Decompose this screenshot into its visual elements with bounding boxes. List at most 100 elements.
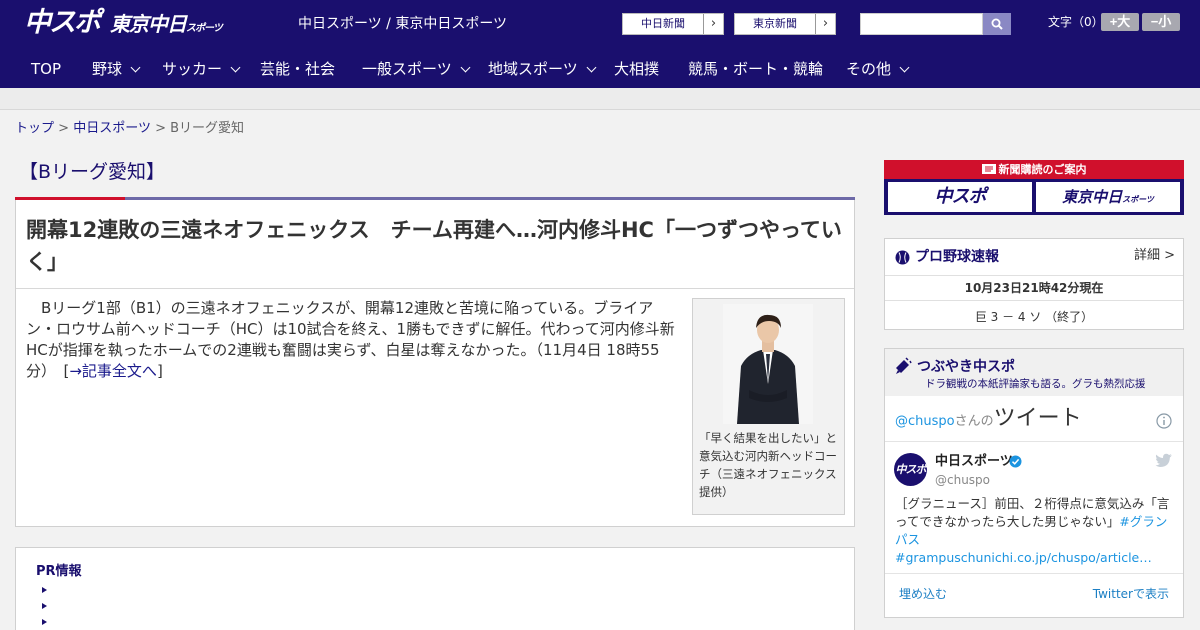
baseball-score[interactable]: 巨 3 － 4 ソ （終了）	[885, 309, 1183, 325]
font-size-label: 文字（0）	[1048, 15, 1104, 29]
tweet-link[interactable]: grampuschunichi.co.jp/chuspo/article…	[905, 550, 1151, 565]
pr-bullet-icon	[42, 603, 47, 609]
nav-item-entertainment[interactable]: 芸能・社会	[260, 48, 335, 88]
nav-label: 一般スポーツ	[362, 60, 452, 78]
avatar[interactable]: 中スポ	[894, 453, 927, 486]
tweet-handle[interactable]: @chuspo	[935, 472, 990, 488]
font-size-down-button[interactable]: −小	[1142, 13, 1180, 31]
nav-label: 競馬・ボート・競輪	[688, 60, 824, 78]
search-input[interactable]	[860, 13, 983, 35]
view-on-twitter-link[interactable]: Twitterで表示	[1093, 586, 1169, 602]
baseball-title: プロ野球速報	[915, 249, 999, 265]
chuspo-subscribe-logo[interactable]: 中スポ	[888, 182, 1032, 212]
tokyo-shimbun-label: 東京新聞	[753, 17, 797, 30]
category-title: 【Bリーグ愛知】	[19, 161, 166, 183]
nav-item-general-sports[interactable]: 一般スポーツ	[362, 48, 471, 88]
tweet-author[interactable]: 中日スポーツ	[935, 453, 1013, 471]
photo-caption: 「早く結果を出したい」と意気込む河内新ヘッドコーチ（三遠ネオフェニックス提供）	[699, 431, 837, 499]
article-body-end: ]	[156, 362, 163, 380]
nav-item-other[interactable]: その他	[846, 48, 910, 88]
embed-link[interactable]: 埋め込む	[899, 586, 947, 602]
tokyo-logo-text: 東京中日	[110, 12, 187, 36]
tweets-by-header: @chuspoさんのツイート	[895, 405, 1082, 436]
twitter-bird-icon[interactable]	[1155, 453, 1173, 468]
top-header: 中スポ 東京中日スポーツ 中日スポーツ / 東京中日スポーツ 中日新聞 › 東京…	[0, 0, 1200, 48]
chuspo-logo[interactable]: 中スポ	[24, 6, 101, 40]
tweet-text: ［グラニュース］前田、２桁得点に意気込み「言ってできなかったら大した男じゃない」…	[895, 495, 1175, 567]
chunichi-shimbun-label: 中日新聞	[641, 17, 685, 30]
category-heading: 【Bリーグ愛知】	[15, 158, 855, 200]
header-spacer	[0, 88, 1200, 110]
newspaper-icon	[981, 164, 996, 174]
search-button[interactable]	[983, 13, 1011, 35]
chevron-down-icon	[460, 62, 471, 73]
divider	[16, 288, 854, 289]
chevron-right-icon: ›	[815, 14, 835, 34]
tokyo-shimbun-link[interactable]: 東京新聞 ›	[734, 13, 836, 35]
font-size-up-button[interactable]: +大	[1101, 13, 1139, 31]
chunichi-shimbun-link[interactable]: 中日新聞 ›	[622, 13, 724, 35]
tweet-widget: つぶやき中スポ ドラ観戦の本紙評論家も語る。グラも熱烈応援 @chuspoさんの…	[884, 348, 1184, 618]
chevron-down-icon	[130, 62, 141, 73]
nav-label: 地域スポーツ	[488, 60, 578, 78]
tokyo-subscribe-text: 東京中日	[1062, 188, 1123, 206]
pr-title: PR情報	[36, 564, 82, 579]
nav-item-baseball[interactable]: 野球	[92, 48, 141, 88]
tokyo-chunichi-logo[interactable]: 東京中日スポーツ	[110, 10, 223, 43]
nav-label: TOP	[31, 60, 62, 78]
divider	[885, 300, 1183, 301]
tweets-handle-link[interactable]: @chuspo	[895, 414, 955, 429]
pr-bullet-icon	[42, 587, 47, 593]
tokyo-subscribe-small: スポーツ	[1122, 195, 1154, 204]
tokyo-logo-small: スポーツ	[186, 23, 223, 34]
divider	[885, 441, 1183, 442]
coach-portrait-image	[723, 304, 813, 424]
breadcrumb-section-link[interactable]: 中日スポーツ	[73, 121, 151, 136]
tweets-heading: ツイート	[993, 406, 1082, 431]
article-photo[interactable]	[723, 304, 813, 424]
article-card: 開幕12連敗の三遠ネオフェニックス チーム再建へ…河内修斗HC「一つずつやってい…	[15, 200, 855, 527]
chevron-right-icon: ›	[703, 14, 723, 34]
tweets-handle-suffix: さんの	[954, 414, 994, 429]
verified-badge-icon	[1009, 455, 1022, 468]
baseball-icon	[895, 250, 910, 265]
subscription-title: 新聞購読のご案内	[998, 163, 1087, 176]
breadcrumb-home-link[interactable]: トップ	[15, 121, 54, 136]
article-photo-box: 「早く結果を出したい」と意気込む河内新ヘッドコーチ（三遠ネオフェニックス提供）	[692, 298, 845, 515]
nav-label: サッカー	[162, 60, 223, 78]
nav-item-top[interactable]: TOP	[31, 48, 61, 88]
divider	[885, 573, 1183, 574]
nav-label: 大相撲	[614, 60, 660, 78]
tokyo-subscribe-logo[interactable]: 東京中日スポーツ	[1036, 182, 1180, 212]
chevron-down-icon	[230, 62, 241, 73]
baseball-scores-box: プロ野球速報 詳細 > 10月23日21時42分現在 巨 3 － 4 ソ （終了…	[884, 238, 1184, 330]
read-more-link[interactable]: →記事全文へ	[69, 362, 157, 380]
chevron-down-icon	[899, 62, 910, 73]
breadcrumb-separator: >	[58, 121, 70, 136]
nav-label: 芸能・社会	[260, 60, 336, 78]
nav-label: その他	[846, 60, 892, 78]
tweet-widget-header: つぶやき中スポ ドラ観戦の本紙評論家も語る。グラも熱烈応援	[885, 349, 1183, 396]
breadcrumb-separator: >	[155, 121, 166, 136]
breadcrumb: トップ > 中日スポーツ > Bリーグ愛知	[15, 120, 244, 138]
search-icon	[991, 18, 1003, 30]
nav-item-racing[interactable]: 競馬・ボート・競輪	[688, 48, 823, 88]
nav-item-sumo[interactable]: 大相撲	[614, 48, 659, 88]
main-nav: TOP 野球 サッカー 芸能・社会 一般スポーツ 地域スポーツ 大相撲 競馬・ボ…	[0, 48, 1200, 88]
tweet-widget-subtitle: ドラ観戦の本紙評論家も語る。グラも熱烈応援	[925, 378, 1146, 390]
baseball-timestamp: 10月23日21時42分現在	[964, 281, 1104, 295]
subscription-banner[interactable]: 新聞購読のご案内 中スポ 東京中日スポーツ	[884, 160, 1184, 215]
info-icon[interactable]	[1156, 413, 1172, 429]
pr-bullet-icon	[42, 619, 47, 625]
pr-box: PR情報	[15, 547, 855, 630]
divider	[885, 275, 1183, 276]
baseball-detail-link[interactable]: 詳細 >	[1134, 247, 1175, 265]
chevron-down-icon	[586, 62, 597, 73]
tweet-widget-title: つぶやき中スポ	[917, 359, 1015, 375]
megaphone-icon	[896, 357, 912, 374]
nav-label: 野球	[92, 60, 123, 78]
article-title: 開幕12連敗の三遠ネオフェニックス チーム再建へ…河内修斗HC「一つずつやってい…	[26, 218, 842, 274]
nav-item-soccer[interactable]: サッカー	[162, 48, 241, 88]
tweet-hashtag-mark[interactable]: #	[895, 550, 905, 565]
nav-item-regional-sports[interactable]: 地域スポーツ	[488, 48, 597, 88]
